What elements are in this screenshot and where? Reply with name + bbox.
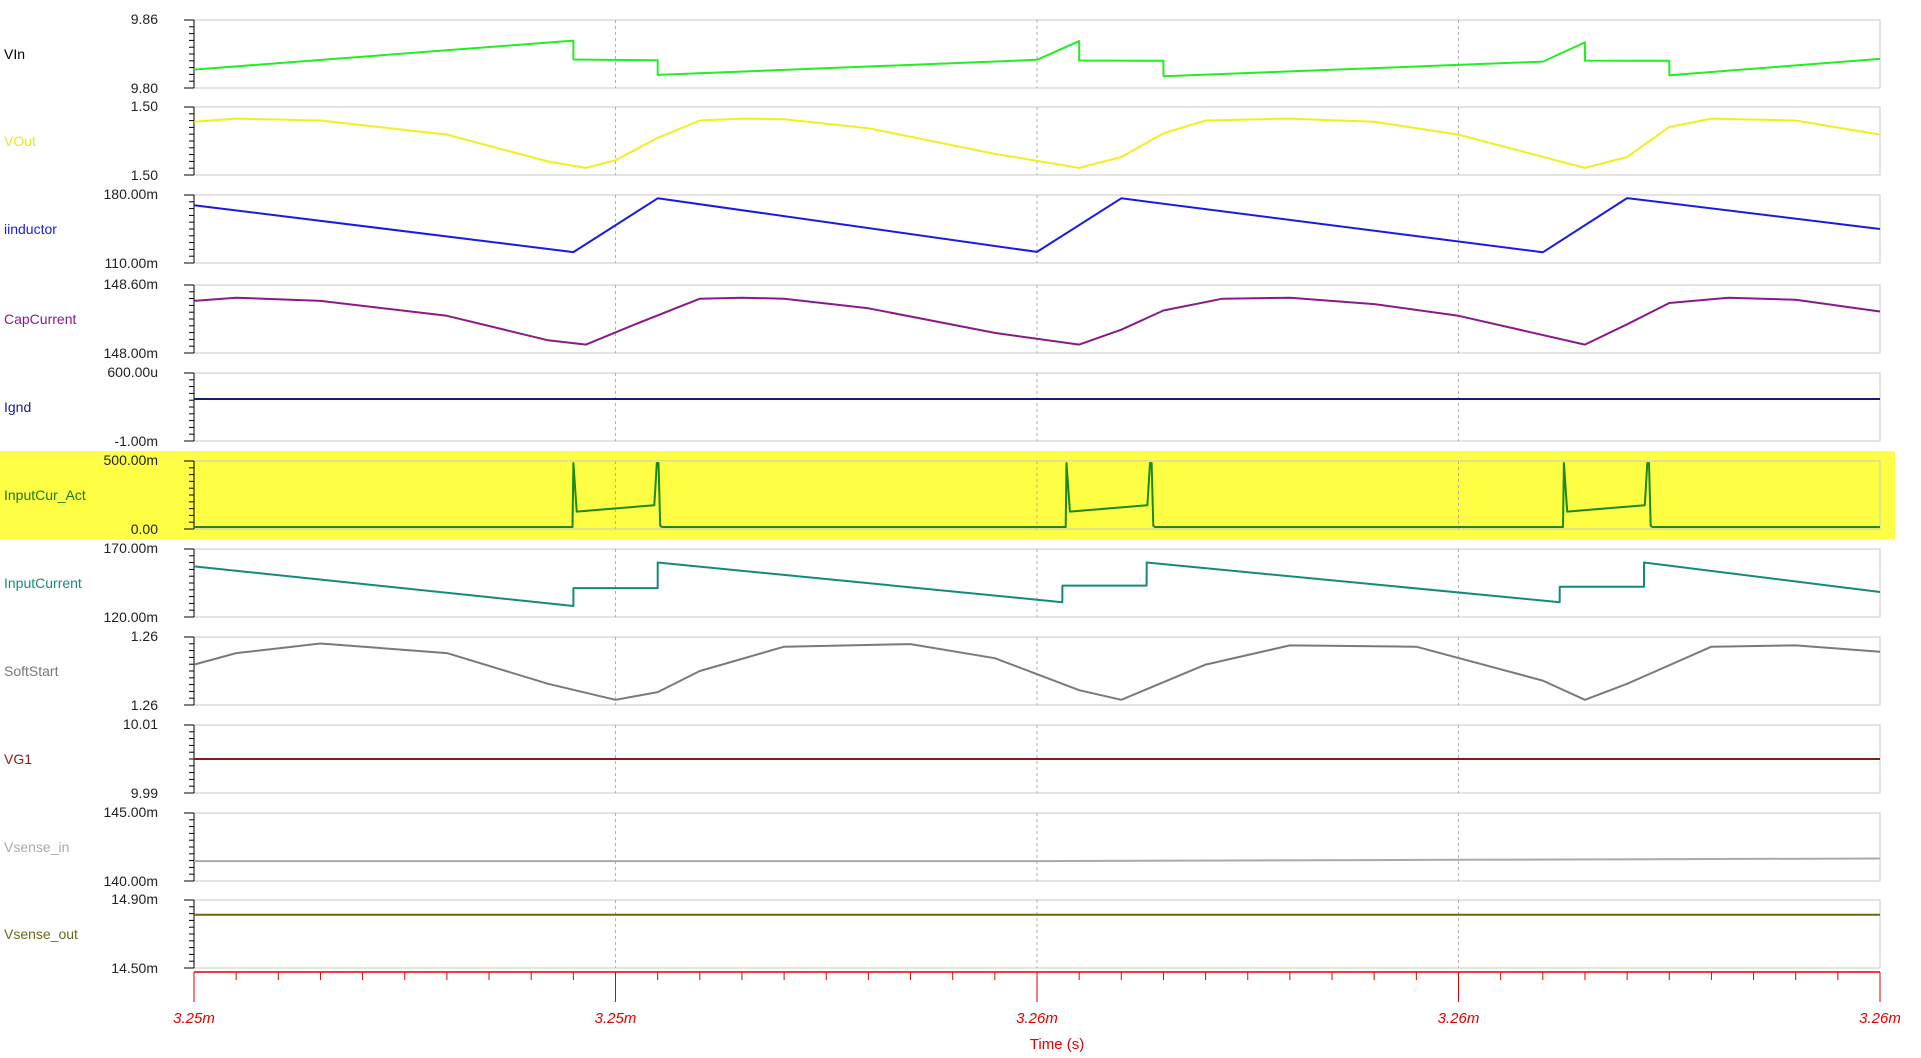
x-tick-label: 3.26m: [1859, 1010, 1901, 1027]
x-tick-label: 3.26m: [1016, 1010, 1058, 1027]
y-tick-label: 0.00: [131, 521, 158, 537]
y-tick-label: 170.00m: [104, 540, 158, 556]
y-tick-label: 500.00m: [104, 452, 158, 468]
panel-frame: [193, 284, 1881, 354]
x-tick-label: 3.25m: [173, 1010, 215, 1027]
panel-frame: [193, 812, 1881, 882]
y-tick-label: 1.26: [131, 697, 158, 713]
y-tick-label: 1.50: [131, 98, 158, 114]
series-label-inputcurrent: InputCurrent: [4, 575, 82, 591]
x-axis-label: Time (s): [1030, 1036, 1084, 1053]
y-tick-label: 14.90m: [111, 891, 158, 907]
series-label-capcurrent: CapCurrent: [4, 311, 76, 327]
y-tick-label: 148.60m: [104, 276, 158, 292]
series-label-softstart: SoftStart: [4, 663, 59, 679]
series-label-vsense_in: Vsense_in: [4, 839, 69, 855]
y-tick-label: 148.00m: [104, 345, 158, 361]
y-tick-label: 600.00u: [107, 364, 158, 380]
y-tick-label: 14.50m: [111, 960, 158, 976]
series-label-vg1: VG1: [4, 751, 32, 767]
x-tick-label: 3.25m: [595, 1010, 637, 1027]
y-tick-label: 1.26: [131, 628, 158, 644]
y-tick-label: 110.00m: [105, 255, 158, 271]
panel-frame: [193, 106, 1881, 176]
panel-frame: [193, 548, 1881, 618]
y-tick-label: 120.00m: [104, 609, 158, 625]
x-tick-label: 3.26m: [1438, 1010, 1480, 1027]
panel-frame: [193, 372, 1881, 442]
y-tick-label: 180.00m: [104, 186, 158, 202]
y-tick-label: 145.00m: [104, 804, 158, 820]
series-label-vout: VOut: [4, 133, 36, 149]
series-label-vin: VIn: [4, 46, 25, 62]
panel-frame: [193, 636, 1881, 706]
y-tick-label: 9.86: [131, 11, 158, 27]
y-tick-label: 140.00m: [104, 873, 158, 889]
series-label-iinductor: iinductor: [4, 221, 57, 237]
waveform-chart: Time (s) 9.86 9.80 VIn 1.50 1.50 VOut 180.00m 1…: [0, 11, 1901, 1053]
y-tick-label: -1.00m: [114, 433, 158, 449]
series-line-vsense_in: [194, 857, 1881, 863]
panel-frame: [193, 899, 1881, 969]
highlight-band-inputcur_act: [0, 451, 1895, 539]
y-tick-label: 10.01: [123, 716, 158, 732]
panel-frame: [193, 19, 1881, 89]
series-label-vsense_out: Vsense_out: [4, 926, 78, 942]
y-tick-label: 9.99: [131, 785, 158, 801]
series-label-ignd: Ignd: [4, 399, 31, 415]
y-tick-label: 1.50: [131, 167, 158, 183]
series-label-inputcur_act: InputCur_Act: [4, 487, 86, 503]
y-tick-label: 9.80: [131, 80, 158, 96]
